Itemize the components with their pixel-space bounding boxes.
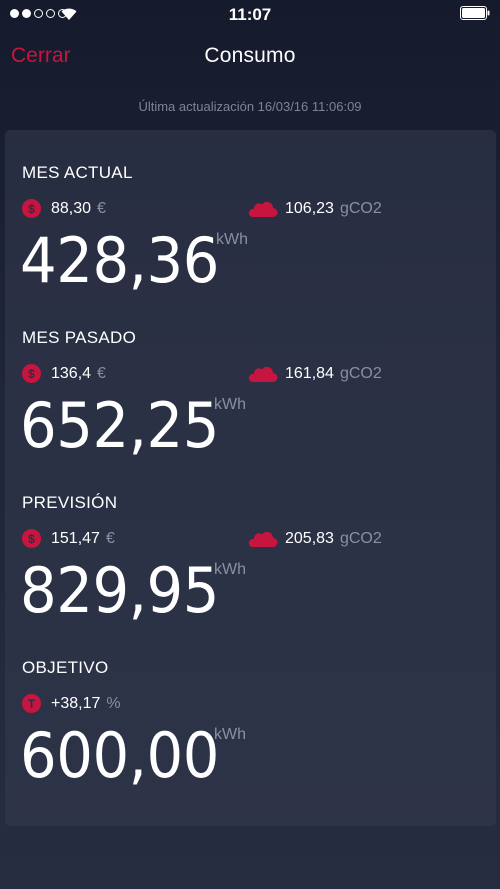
target-metric: T +38,17 % — [22, 694, 121, 713]
cost-metric: $ 151,47 € — [22, 529, 115, 548]
energy-unit: kWh — [214, 396, 246, 413]
emissions-unit: gCO2 — [339, 530, 382, 547]
energy-value: 652,25 — [20, 389, 219, 462]
cost-metric: $ 136,4 € — [22, 364, 106, 383]
status-bar: 11:07 — [0, 0, 500, 30]
cloud-icon — [248, 366, 278, 382]
section-title: MES PASADO — [22, 328, 137, 347]
status-time: 11:07 — [228, 5, 272, 24]
cost-unit: € — [105, 529, 115, 547]
emissions-unit: gCO2 — [339, 200, 382, 217]
energy-unit: kWh — [214, 726, 246, 743]
cloud-icon — [248, 201, 278, 217]
target-unit: % — [106, 694, 121, 712]
cost-value: 151,47 — [51, 529, 100, 547]
cost-metric: $ 88,30 € — [22, 199, 106, 218]
emissions-metric: 106,23 gCO2 — [248, 199, 382, 219]
cloud-icon — [248, 531, 278, 547]
dollar-coin-icon: $ — [22, 529, 41, 548]
cost-value: 88,30 — [51, 199, 92, 217]
dollar-coin-icon: $ — [22, 199, 41, 218]
cost-unit: € — [97, 199, 106, 217]
energy-unit: kWh — [216, 231, 248, 248]
section-title: OBJETIVO — [22, 658, 109, 677]
emissions-metric: 161,84 gCO2 — [248, 364, 382, 384]
emissions-metric: 205,83 gCO2 — [248, 529, 382, 549]
emissions-value: 161,84 — [285, 365, 334, 382]
last-update-timestamp: Última actualización 16/03/16 11:06:09 — [138, 99, 362, 114]
section-title: PREVISIÓN — [22, 493, 118, 512]
consumption-card: MES ACTUAL $ 88,30 € 106,23 gCO2 428,36 … — [5, 130, 496, 826]
energy-value: 600,00 — [20, 719, 219, 792]
dollar-coin-icon: $ — [22, 364, 41, 383]
emissions-value: 106,23 — [285, 200, 334, 217]
cost-value: 136,4 — [51, 364, 92, 382]
section-title: MES ACTUAL — [22, 163, 133, 182]
energy-unit: kWh — [214, 561, 246, 578]
emissions-value: 205,83 — [285, 530, 334, 547]
energy-value: 829,95 — [20, 554, 219, 627]
emissions-unit: gCO2 — [339, 365, 382, 382]
cost-unit: € — [97, 364, 106, 382]
target-coin-icon: T — [22, 694, 41, 713]
target-value: +38,17 — [51, 694, 101, 712]
page-title: Consumo — [204, 44, 296, 67]
battery-icon — [460, 6, 490, 20]
energy-value: 428,36 — [20, 224, 219, 297]
